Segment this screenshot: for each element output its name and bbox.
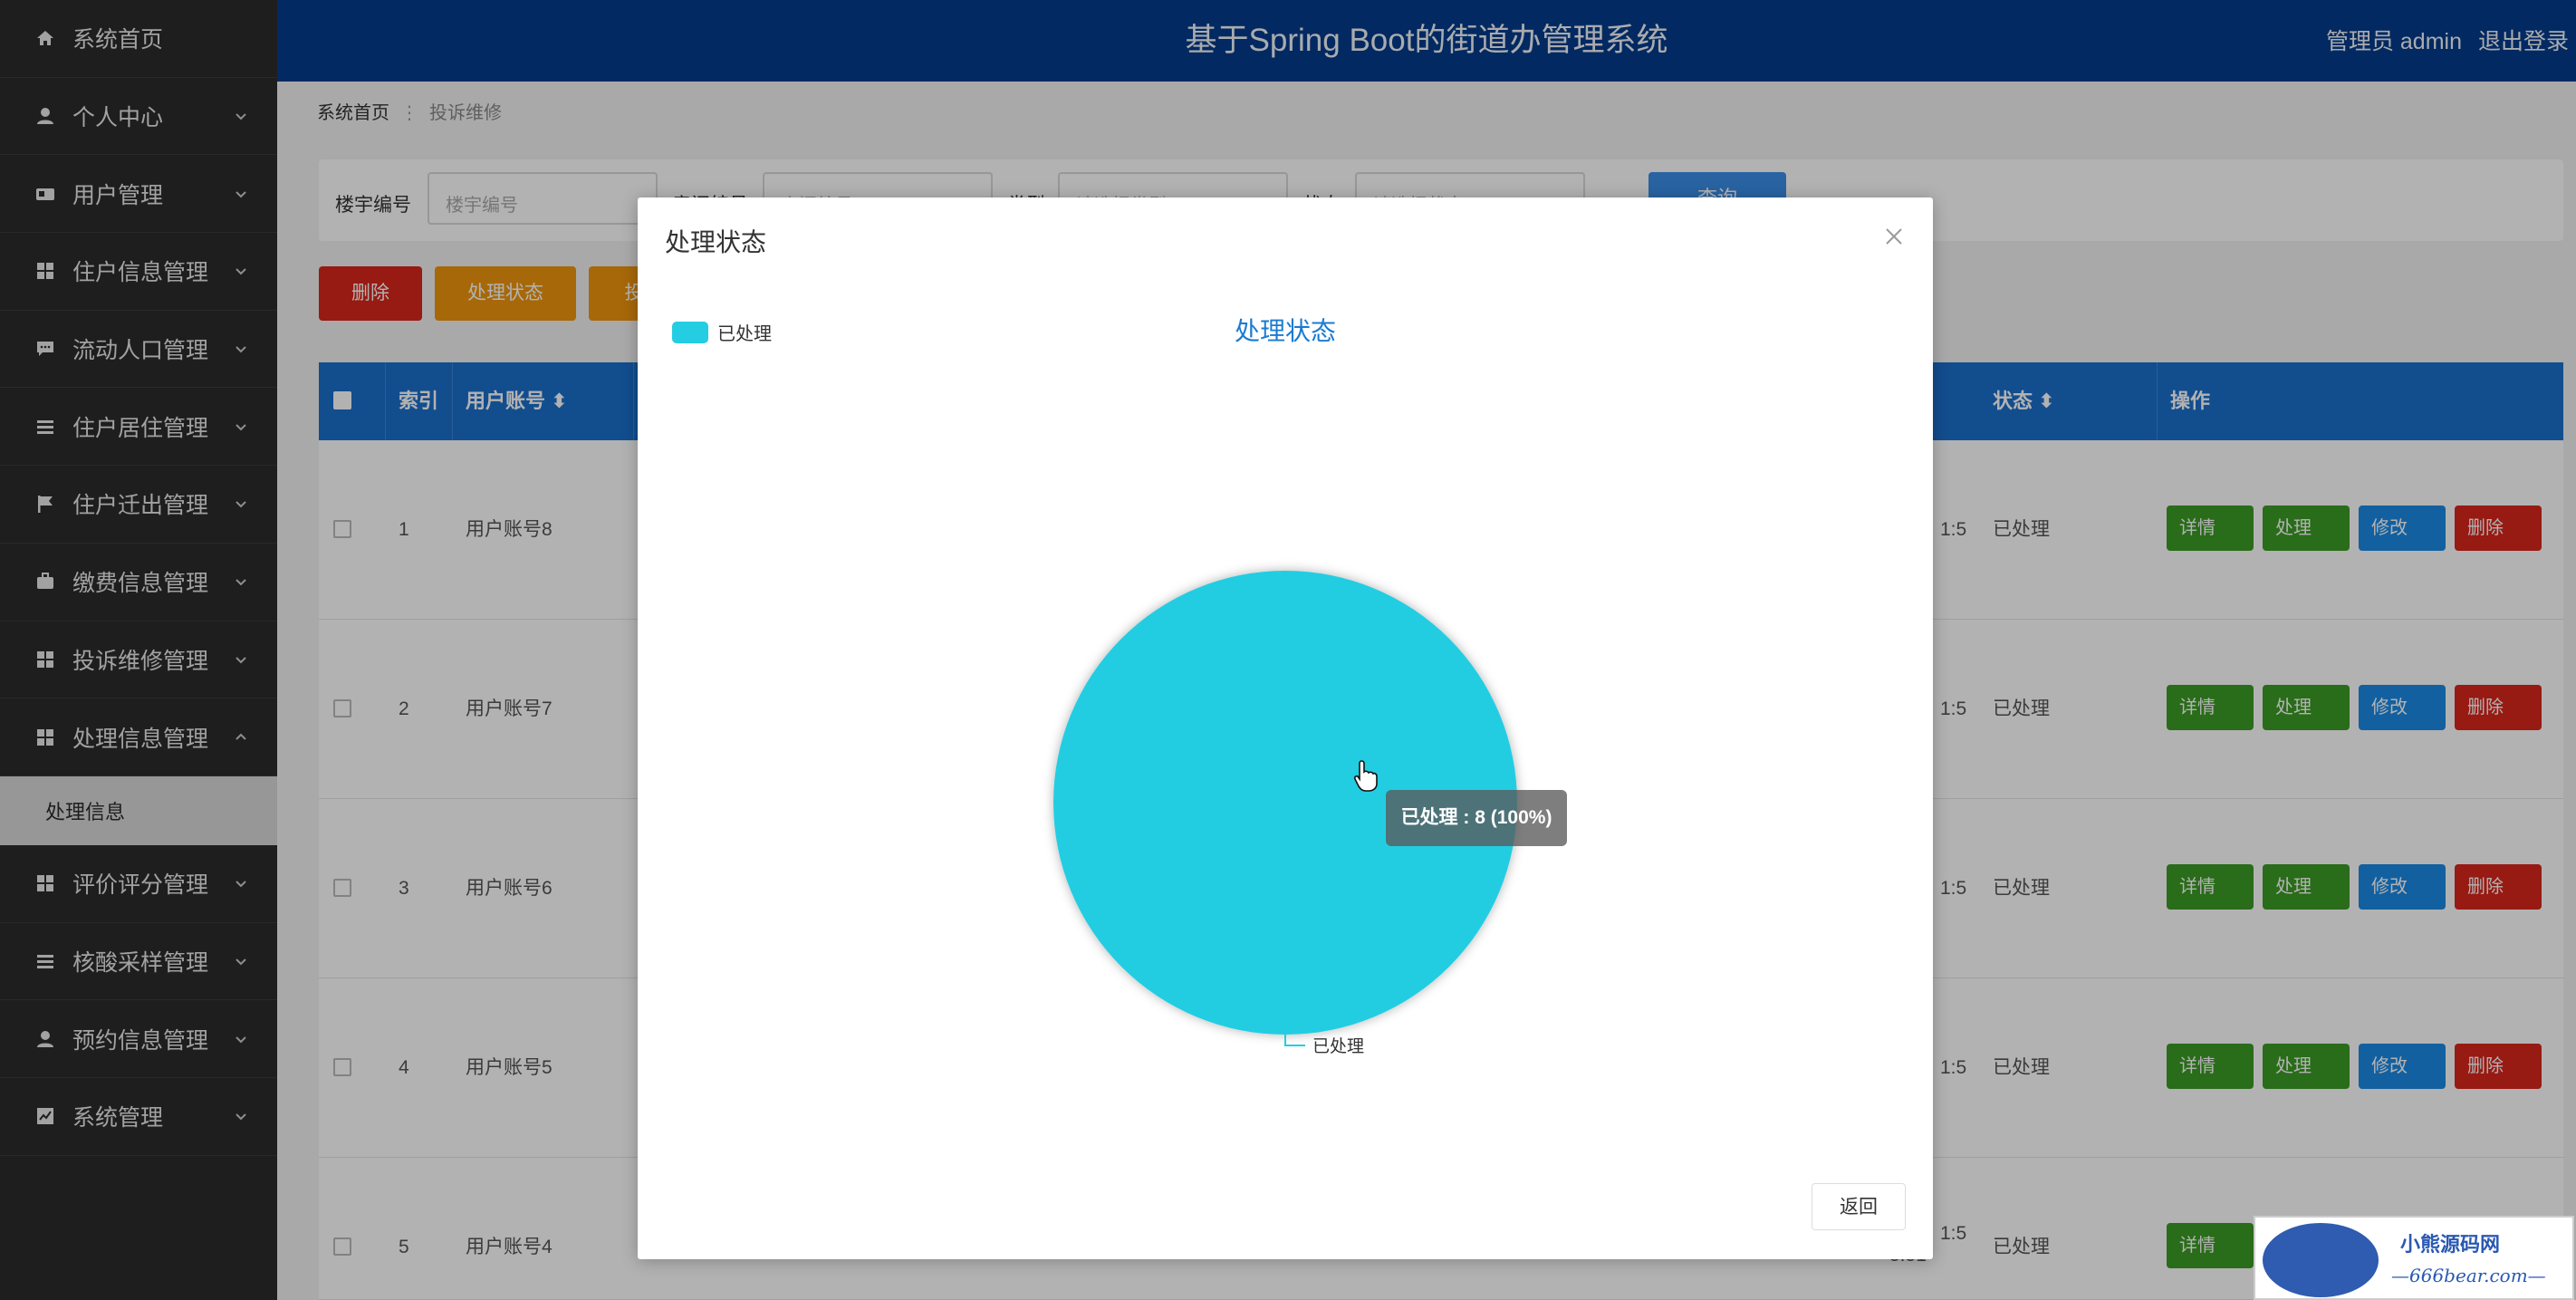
watermark-line2: —666bear.com—	[2391, 1265, 2546, 1286]
watermark-line1: 小熊源码网	[2400, 1233, 2501, 1257]
bear-logo-icon	[2263, 1223, 2379, 1297]
pie-slice-label: 已处理	[1312, 1036, 1364, 1056]
watermark-logo: 小熊源码网 —666bear.com—	[2254, 1216, 2574, 1300]
chart-modal: 处理状态 已处理 处理状态 已处理 已处理 : 8 (100%) 返回	[638, 197, 1933, 1259]
back-button[interactable]: 返回	[1812, 1183, 1906, 1230]
pie-label-line	[1284, 1035, 1305, 1046]
pie-chart: 已处理	[1053, 571, 1517, 1056]
hand-cursor-icon	[1353, 760, 1378, 792]
chart-tooltip: 已处理 : 8 (100%)	[1386, 790, 1567, 846]
